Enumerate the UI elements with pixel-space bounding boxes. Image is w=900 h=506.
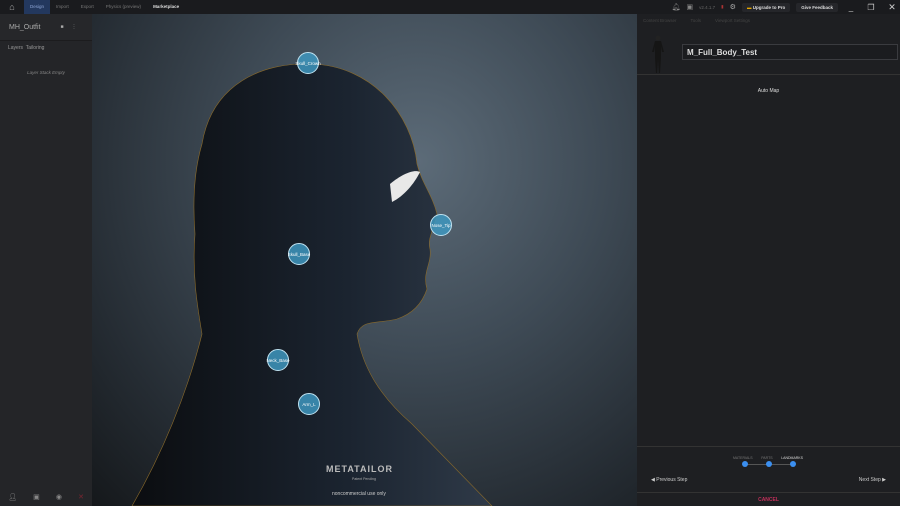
- prev-label: Previous Step: [656, 477, 688, 483]
- tab-viewport-settings[interactable]: Viewport Settings: [715, 18, 750, 23]
- noncommercial-notice: noncommercial use only: [332, 491, 386, 497]
- gear-icon[interactable]: ⚙: [730, 3, 736, 11]
- feedback-button[interactable]: Give Feedback: [796, 2, 838, 12]
- step-parts-dot[interactable]: [766, 461, 772, 467]
- model-thumbnail: [651, 34, 665, 74]
- save-icon[interactable]: ■: [61, 24, 64, 30]
- next-step-button[interactable]: Next Step ▶: [859, 477, 886, 483]
- tab-content-browser[interactable]: Content Browser: [643, 18, 677, 23]
- tab-marketplace[interactable]: Marketplace: [147, 0, 185, 14]
- add-user-icon[interactable]: 👤︎: [8, 493, 17, 501]
- auto-map-button[interactable]: Auto Map: [637, 88, 900, 94]
- upgrade-button[interactable]: ▬ Upgrade to Pro: [741, 2, 791, 12]
- tab-design[interactable]: Design: [24, 0, 51, 14]
- workflow-panel: Content Browser Tools Viewport Settings M_…: [637, 14, 900, 506]
- tab-import[interactable]: Import: [50, 0, 75, 14]
- tab-physics[interactable]: Physics (preview): [100, 0, 147, 14]
- license-icon: ▮: [721, 4, 724, 9]
- minimize-icon[interactable]: _: [844, 3, 858, 12]
- landmark-skull-crown[interactable]: Skull_Crown: [295, 52, 321, 74]
- landmark-skull-base[interactable]: Skull_Base: [288, 243, 310, 265]
- add-layer-icon[interactable]: ▣: [33, 493, 40, 501]
- step-parts-label: PARTS: [761, 456, 773, 460]
- 3d-viewport[interactable]: Skull_Crown Nose_Tip Skull_Base Neck_Bas…: [92, 14, 637, 506]
- model-name-field[interactable]: M_Full_Body_Test: [682, 44, 898, 60]
- step-landmarks-dot[interactable]: [790, 461, 796, 467]
- step-materials-label: MATERIALS: [733, 456, 753, 460]
- landmark-neck-base[interactable]: Neck_Base: [267, 349, 290, 371]
- restore-icon[interactable]: ❐: [864, 3, 878, 12]
- step-landmarks-label: LANDMARKS: [781, 456, 803, 460]
- visibility-icon[interactable]: ◉: [56, 493, 62, 501]
- outfit-title: MH_Outfit: [9, 23, 41, 31]
- empty-message: Layer Stack Empty: [27, 70, 65, 75]
- step-materials-dot[interactable]: [742, 461, 748, 467]
- tab-tailoring[interactable]: Tailoring: [26, 45, 45, 51]
- landmark-nose-tip[interactable]: Nose_Tip: [430, 214, 452, 236]
- tab-tools[interactable]: Tools: [691, 18, 702, 23]
- mannequin-head: [131, 63, 493, 506]
- next-label: Next Step: [858, 477, 881, 483]
- logo-text: METATAILOR: [326, 464, 393, 474]
- cancel-button[interactable]: CANCEL: [637, 497, 900, 503]
- patent-label: Patent Pending: [352, 477, 376, 481]
- landmark-arm-l[interactable]: Arm_L: [298, 393, 320, 415]
- next-icon: ▶: [880, 477, 886, 483]
- previous-step-button[interactable]: ◀ Previous Step: [651, 477, 687, 483]
- top-bar: ⌂ Design Import Export Physics (preview)…: [0, 0, 900, 14]
- layers-panel: MH_Outfit ■ ⋮ Layers Tailoring Layer Stack…: [0, 14, 92, 506]
- inbox-icon[interactable]: ▣: [687, 3, 694, 11]
- tab-export[interactable]: Export: [75, 0, 100, 14]
- metatailor-logo: METATAILOR: [326, 464, 393, 474]
- home-icon[interactable]: ⌂: [0, 0, 24, 14]
- upgrade-label: Upgrade to Pro: [752, 4, 786, 10]
- tab-layers[interactable]: Layers: [8, 45, 23, 51]
- bell-icon[interactable]: 🔔︎: [672, 3, 681, 11]
- version-label: v2.4.1.7: [699, 4, 716, 10]
- close-icon[interactable]: ✕: [884, 2, 900, 13]
- more-icon[interactable]: ⋮: [72, 24, 77, 30]
- delete-icon[interactable]: ✕: [78, 493, 84, 501]
